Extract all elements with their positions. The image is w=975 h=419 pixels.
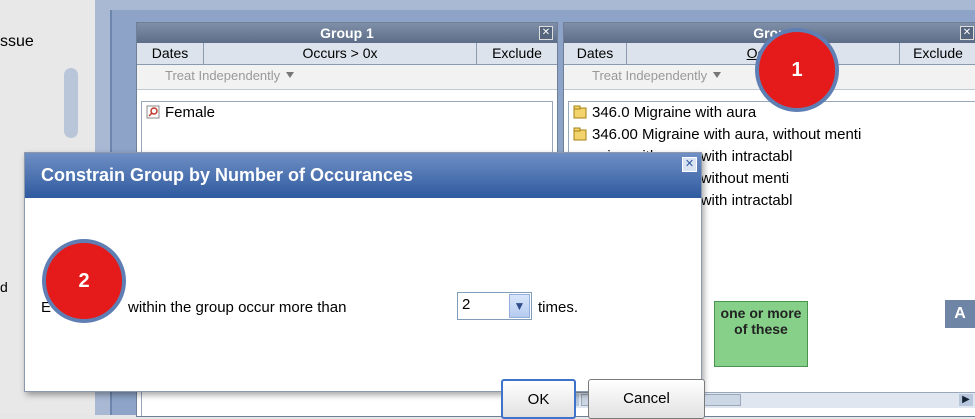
- ok-button[interactable]: OK: [501, 379, 576, 419]
- group-2-exclude-button[interactable]: Exclude: [900, 43, 975, 64]
- left-scrollbar-thumb[interactable]: [64, 68, 78, 138]
- one-or-more-box[interactable]: one or more of these: [714, 301, 808, 367]
- dialog-message-suffix: times.: [538, 299, 579, 316]
- group-2-dates-button[interactable]: Dates: [564, 43, 627, 64]
- dialog-title: Constrain Group by Number of Occurances: [41, 165, 414, 185]
- occurrence-count-select[interactable]: 2 ▼: [457, 292, 532, 320]
- chevron-down-icon[interactable]: ▼: [509, 294, 530, 318]
- group-1-title-bar: Group 1 ✕: [137, 23, 557, 43]
- group-1-treat-label: Treat Independently: [165, 68, 281, 83]
- group-1-title: Group 1: [320, 25, 374, 41]
- scroll-right-icon[interactable]: ▶: [959, 394, 973, 406]
- folder-icon: [573, 127, 587, 141]
- chevron-down-icon: [713, 72, 722, 78]
- dialog-body: E within the group occur more than 2 ▼ t…: [25, 198, 705, 419]
- list-item-label: 346.00 Migraine with aura, without menti: [592, 126, 862, 143]
- occurrence-count-value: 2: [462, 296, 471, 313]
- close-icon[interactable]: ✕: [539, 26, 553, 40]
- cancel-button[interactable]: Cancel: [588, 379, 705, 419]
- list-item[interactable]: Female: [142, 102, 552, 124]
- callout-badge-1: 1: [755, 28, 839, 112]
- close-icon[interactable]: ✕: [960, 26, 974, 40]
- group-1-dates-button[interactable]: Dates: [137, 43, 204, 64]
- close-icon[interactable]: ✕: [682, 157, 697, 172]
- dialog-title-bar[interactable]: Constrain Group by Number of Occurances …: [25, 153, 701, 198]
- group-1-header-row: Dates Occurs > 0x Exclude: [137, 43, 557, 65]
- chevron-down-icon: [286, 72, 295, 78]
- magnifier-icon: [146, 105, 160, 119]
- left-panel-lower-label: d: [0, 279, 8, 295]
- constrain-group-dialog: Constrain Group by Number of Occurances …: [24, 152, 705, 419]
- list-item-label: Female: [165, 104, 216, 121]
- group-2-treat-label: Treat Independently: [592, 68, 708, 83]
- group-1-exclude-button[interactable]: Exclude: [477, 43, 557, 64]
- group-1-occurs-button[interactable]: Occurs > 0x: [204, 43, 477, 64]
- folder-icon: [573, 105, 587, 119]
- callout-badge-2: 2: [42, 239, 126, 323]
- dialog-message-middle: within the group occur more than: [128, 299, 347, 316]
- group-2-right-button[interactable]: A: [945, 300, 975, 328]
- left-panel-label: ssue: [0, 33, 34, 50]
- group-1-treat-dropdown[interactable]: Treat Independently: [137, 65, 557, 90]
- list-item[interactable]: 346.0 Migraine with aura: [569, 102, 975, 124]
- list-item-label: 346.0 Migraine with aura: [592, 104, 757, 121]
- list-item[interactable]: 346.00 Migraine with aura, without menti: [569, 124, 975, 146]
